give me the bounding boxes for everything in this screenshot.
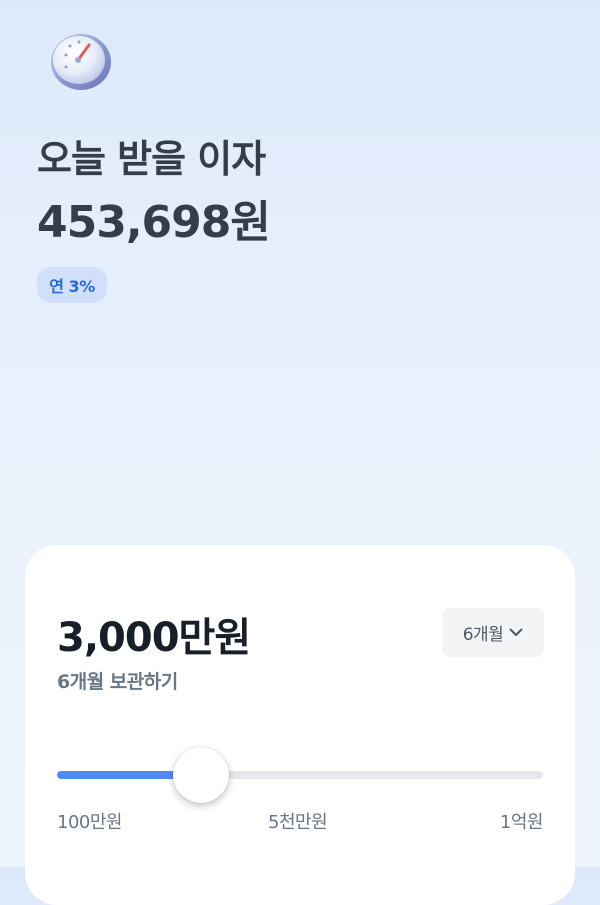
slider-max-label: 1억원 [499,812,544,833]
deposit-amount: 3,000만원 [57,615,251,661]
chevron-down-icon [509,628,523,636]
slider-mid-label: 5천만원 [268,812,328,833]
period-select[interactable]: 6개월 [442,608,544,657]
deposit-card: 3,000만원 6개월 보관하기 6개월 100만원 5천만원 1억원 [25,545,575,905]
amount-slider[interactable] [57,747,543,803]
deposit-subtitle: 6개월 보관하기 [57,671,178,693]
page-title: 오늘 받을 이자 [37,137,266,181]
gauge-icon [44,27,114,93]
slider-thumb[interactable] [172,747,229,803]
slider-min-label: 100만원 [57,812,122,833]
period-select-label: 6개월 [462,625,504,645]
rate-badge: 연 3% [37,267,107,303]
interest-amount: 453,698원 [37,197,271,248]
